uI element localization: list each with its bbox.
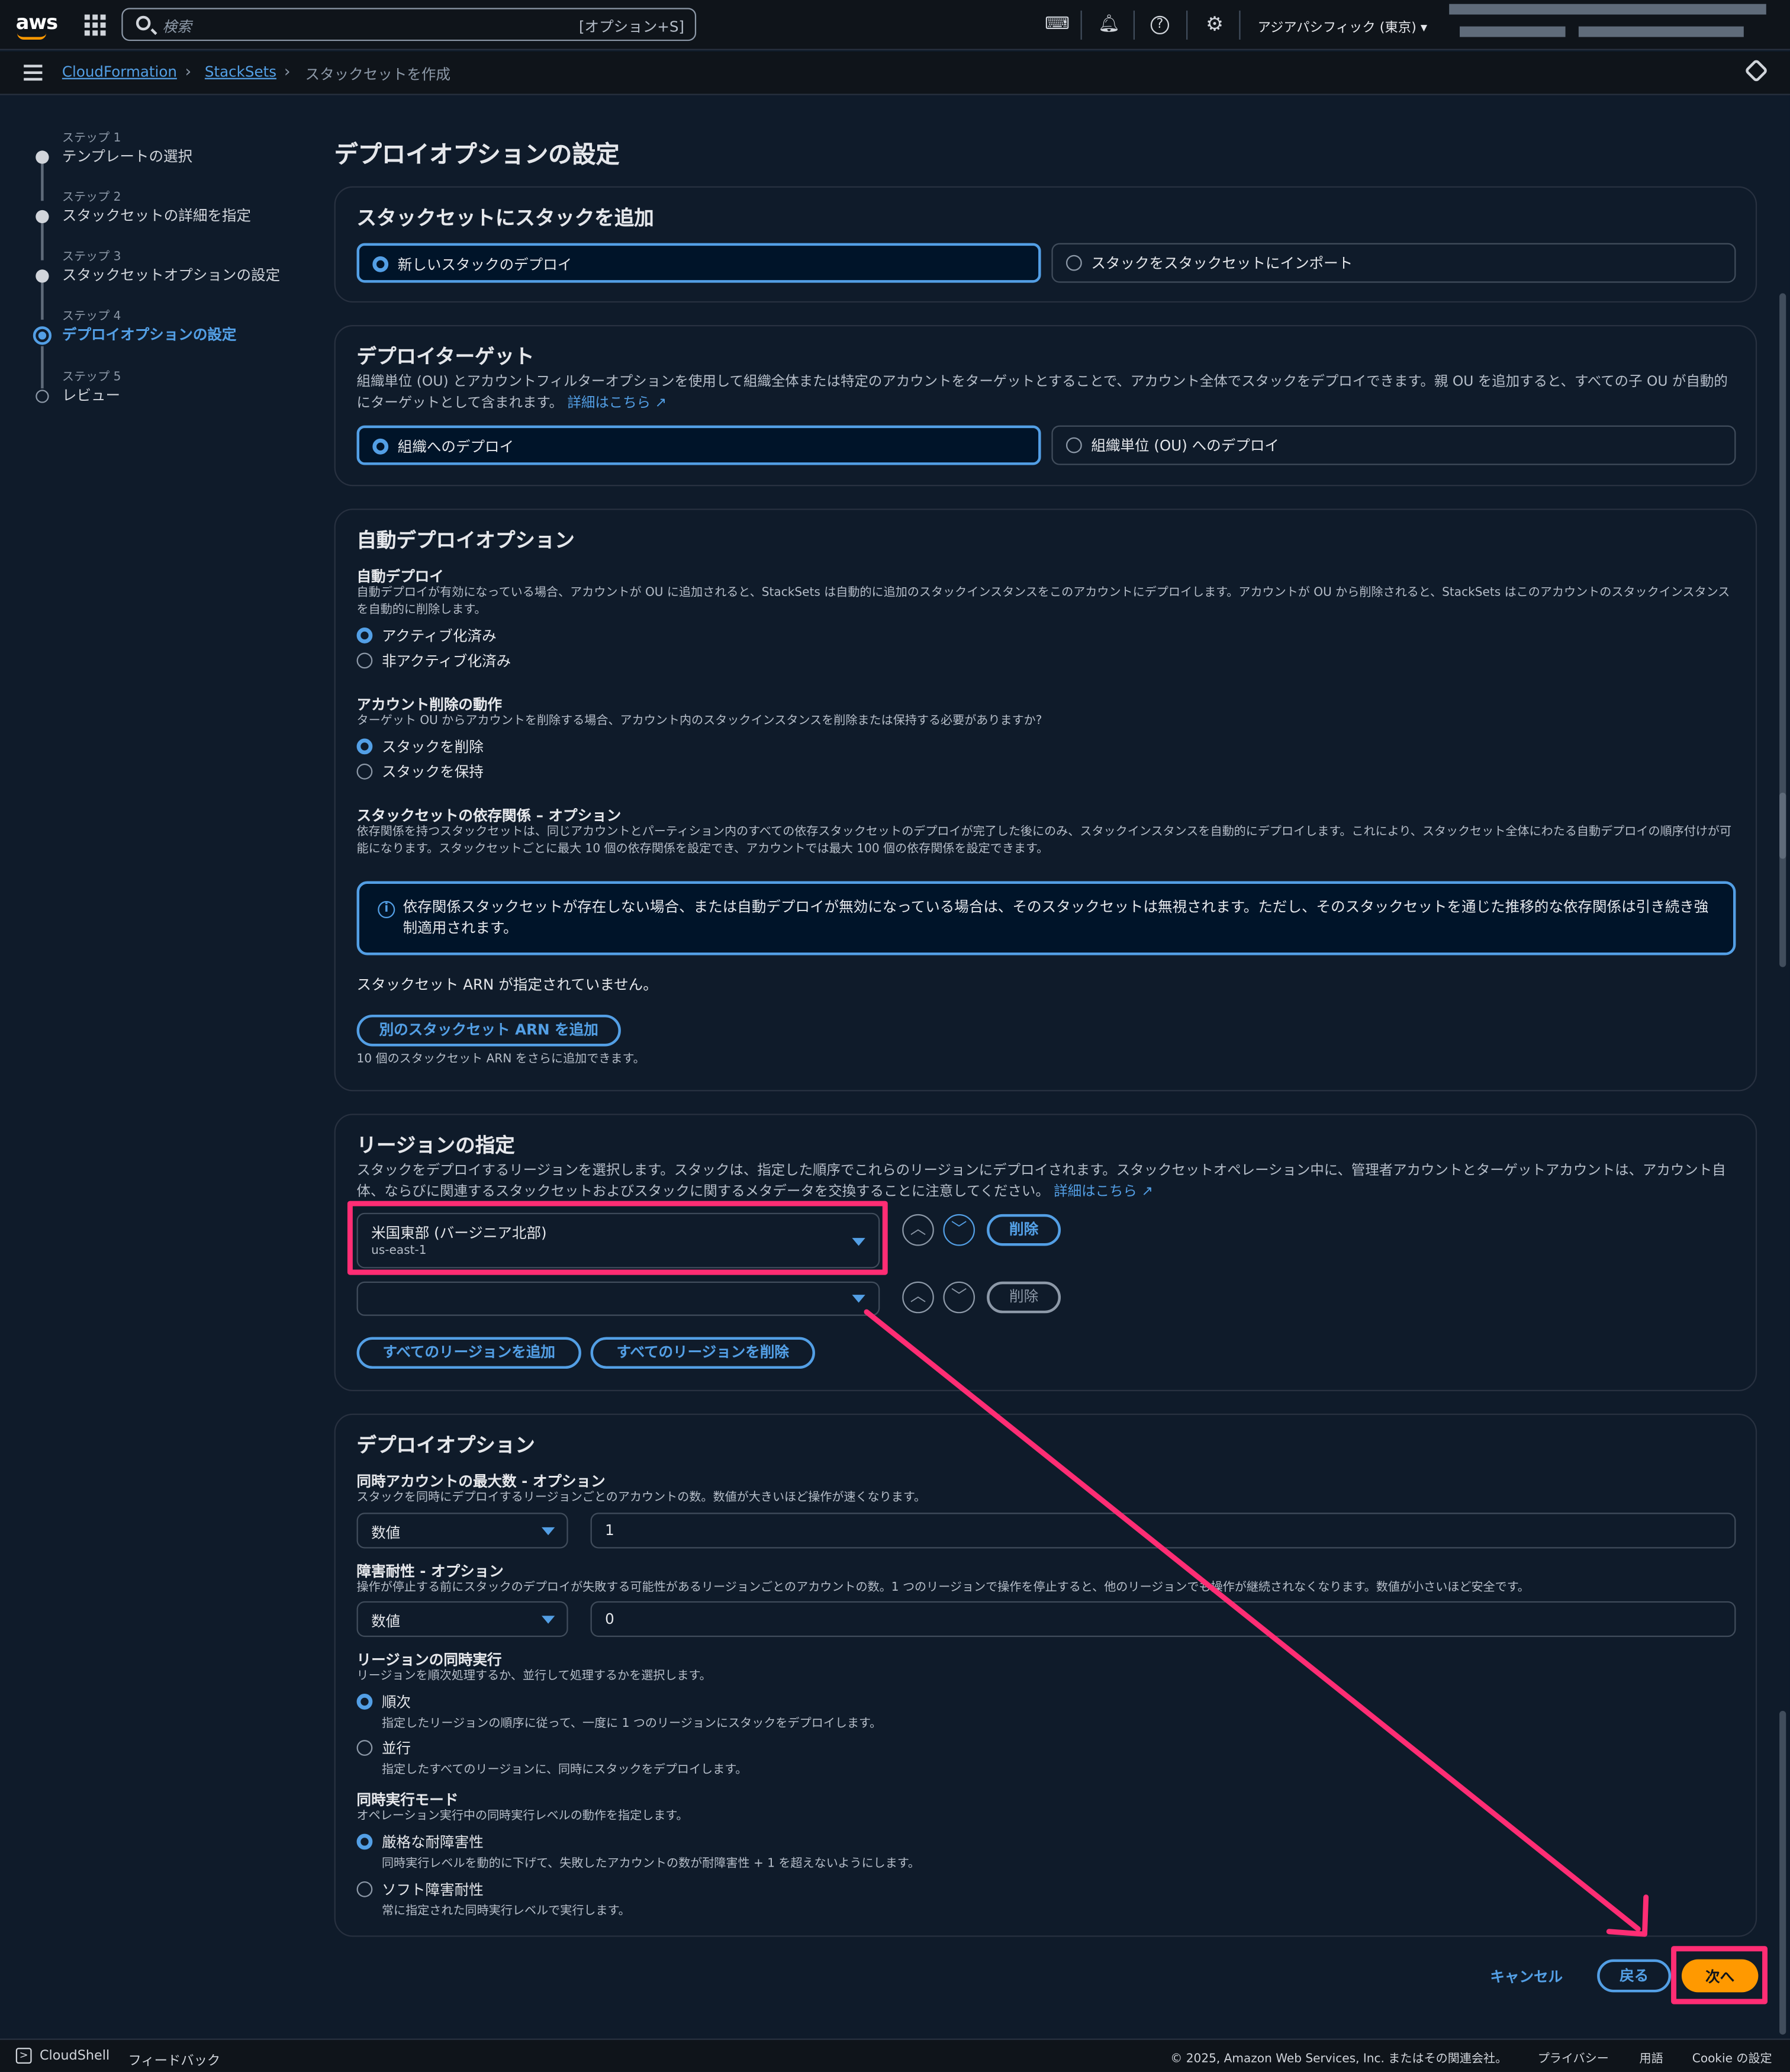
terms-link[interactable]: 用語 [1640, 2049, 1663, 2066]
privacy-link[interactable]: プライバシー [1538, 2049, 1609, 2066]
cloudshell-footer-icon: > [15, 2048, 32, 2064]
cloudshell-link[interactable]: CloudShell [40, 2049, 110, 2064]
cookie-settings-link[interactable]: Cookie の設定 [1692, 2049, 1772, 2066]
arrow-line [864, 1309, 1641, 1932]
annotation-arrow [864, 1309, 1649, 1937]
scrollbar-segment[interactable] [1779, 1711, 1786, 2035]
scrollbar-track[interactable] [1779, 293, 1786, 967]
scrollbar-thumb[interactable] [1779, 793, 1786, 859]
footer: > CloudShell フィードバック © 2025, Amazon Web … [0, 2038, 1790, 2072]
console-root: aws 検索 [オプション+S] ⌨ 🔔︎ ? ⚙ アジアパシフィック (東京)… [0, 0, 1790, 2072]
copyright: © 2025, Amazon Web Services, Inc. またはその関… [1170, 2053, 1508, 2067]
feedback-link[interactable]: フィードバック [128, 2049, 220, 2069]
